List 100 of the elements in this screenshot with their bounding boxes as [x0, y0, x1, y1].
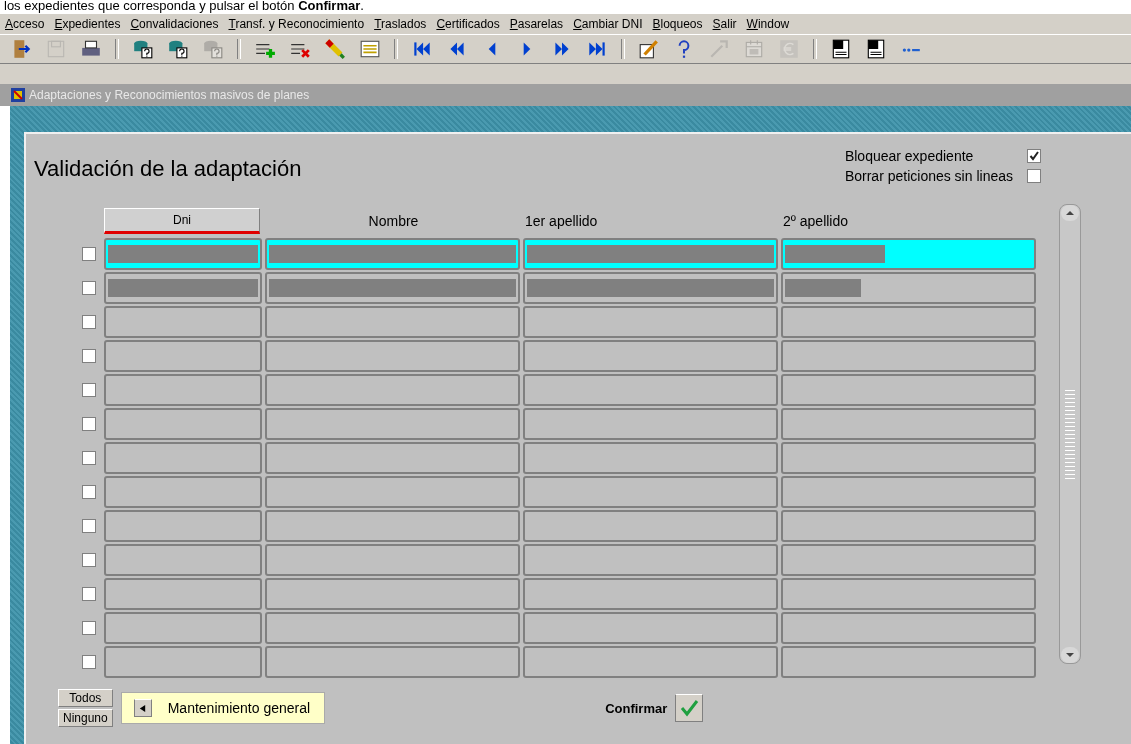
table-field[interactable]: [265, 374, 520, 406]
table-field[interactable]: [265, 544, 520, 576]
column-header[interactable]: 2º apellido: [781, 213, 1036, 229]
confirm-label: Confirmar: [605, 700, 668, 716]
column-header-button[interactable]: Dni: [104, 208, 260, 234]
database-question-icon[interactable]: [132, 38, 154, 60]
confirm-button[interactable]: [675, 694, 704, 722]
menu-item[interactable]: Pasarelas: [509, 17, 564, 31]
row-checkbox[interactable]: [82, 621, 96, 635]
table-field[interactable]: [104, 476, 262, 508]
pencil-icon[interactable]: [638, 38, 660, 60]
table-field[interactable]: [781, 612, 1036, 644]
table-field[interactable]: [265, 476, 520, 508]
menu-item[interactable]: Convalidaciones: [130, 17, 219, 31]
table-field[interactable]: [265, 238, 520, 270]
menu-item[interactable]: Window: [746, 17, 790, 31]
row-checkbox[interactable]: [82, 553, 96, 567]
table-field[interactable]: [523, 578, 778, 610]
table-field[interactable]: [104, 408, 262, 440]
table-field[interactable]: [781, 272, 1036, 304]
table-field[interactable]: [265, 272, 520, 304]
table-field[interactable]: [104, 510, 262, 542]
scrollbar[interactable]: [1059, 204, 1081, 664]
table-field[interactable]: [523, 374, 778, 406]
table-field[interactable]: [104, 442, 262, 474]
menu-item[interactable]: Transf. y Reconocimiento: [228, 17, 365, 31]
table-field[interactable]: [104, 306, 262, 338]
table-field[interactable]: [523, 544, 778, 576]
column-header[interactable]: 1er apellido: [523, 213, 778, 229]
row-checkbox[interactable]: [82, 655, 96, 669]
select-button[interactable]: Ninguno: [58, 709, 113, 727]
table-field[interactable]: [781, 578, 1036, 610]
highlighter-icon[interactable]: [324, 38, 346, 60]
table-field[interactable]: [104, 272, 262, 304]
table-field[interactable]: [781, 374, 1036, 406]
row-checkbox[interactable]: [82, 383, 96, 397]
menu-item[interactable]: Cambiar DNI: [573, 17, 643, 31]
checkbox[interactable]: [1027, 169, 1041, 183]
scroll-up-button[interactable]: [1061, 205, 1079, 221]
table-field[interactable]: [104, 612, 262, 644]
table-field[interactable]: [265, 306, 520, 338]
table-field[interactable]: [265, 408, 520, 440]
table-field[interactable]: [523, 340, 778, 372]
row-checkbox[interactable]: [82, 281, 96, 295]
table-field[interactable]: [104, 646, 262, 678]
back-button[interactable]: [133, 699, 152, 717]
table-field[interactable]: [781, 442, 1036, 474]
table-field[interactable]: [781, 646, 1036, 678]
table-field[interactable]: [781, 476, 1036, 508]
document-icon[interactable]: [830, 38, 852, 60]
row-checkbox[interactable]: [82, 417, 96, 431]
row-checkbox[interactable]: [82, 519, 96, 533]
menu-item[interactable]: Bloqueos: [652, 17, 703, 31]
table-field[interactable]: [523, 408, 778, 440]
table-field[interactable]: [104, 374, 262, 406]
table-field[interactable]: [781, 408, 1036, 440]
table-field[interactable]: [104, 340, 262, 372]
row-checkbox[interactable]: [82, 349, 96, 363]
table-field[interactable]: [265, 646, 520, 678]
checkbox[interactable]: [1027, 149, 1041, 163]
table-field[interactable]: [781, 238, 1036, 270]
table-field[interactable]: [781, 510, 1036, 542]
menu-item[interactable]: Salir: [712, 17, 737, 31]
menu-item[interactable]: Acceso: [5, 17, 45, 31]
row-checkbox[interactable]: [82, 451, 96, 465]
table-field[interactable]: [781, 544, 1036, 576]
row-checkbox[interactable]: [82, 315, 96, 329]
up-triangle-icon: [1065, 210, 1075, 216]
table-field[interactable]: [523, 238, 778, 270]
menu-item[interactable]: Certificados: [436, 17, 500, 31]
table-field[interactable]: [523, 272, 778, 304]
row-checkbox[interactable]: [82, 587, 96, 601]
table-field[interactable]: [781, 306, 1036, 338]
table-field[interactable]: [523, 442, 778, 474]
database-question-icon[interactable]: [167, 38, 189, 60]
row-checkbox[interactable]: [82, 247, 96, 261]
column-header[interactable]: Nombre: [265, 213, 520, 229]
table-field[interactable]: [265, 578, 520, 610]
table-field[interactable]: [523, 646, 778, 678]
table-field[interactable]: [104, 578, 262, 610]
table-field[interactable]: [523, 612, 778, 644]
menu-item[interactable]: Expedientes: [54, 17, 121, 31]
table-field[interactable]: [265, 510, 520, 542]
app-icon: [10, 87, 26, 103]
table-field[interactable]: [265, 612, 520, 644]
lines-icon[interactable]: [359, 38, 381, 60]
table-field[interactable]: [104, 238, 262, 270]
table-field[interactable]: [523, 510, 778, 542]
scroll-down-button[interactable]: [1061, 647, 1079, 663]
table-field[interactable]: [781, 340, 1036, 372]
table-field[interactable]: [104, 544, 262, 576]
table-field[interactable]: [523, 306, 778, 338]
select-button[interactable]: Todos: [58, 689, 113, 707]
table-field[interactable]: [265, 442, 520, 474]
table-field[interactable]: [523, 476, 778, 508]
document-icon[interactable]: [865, 38, 887, 60]
table-field[interactable]: [265, 340, 520, 372]
checkmark-icon: [679, 698, 700, 718]
menu-item[interactable]: Traslados: [374, 17, 427, 31]
row-checkbox[interactable]: [82, 485, 96, 499]
